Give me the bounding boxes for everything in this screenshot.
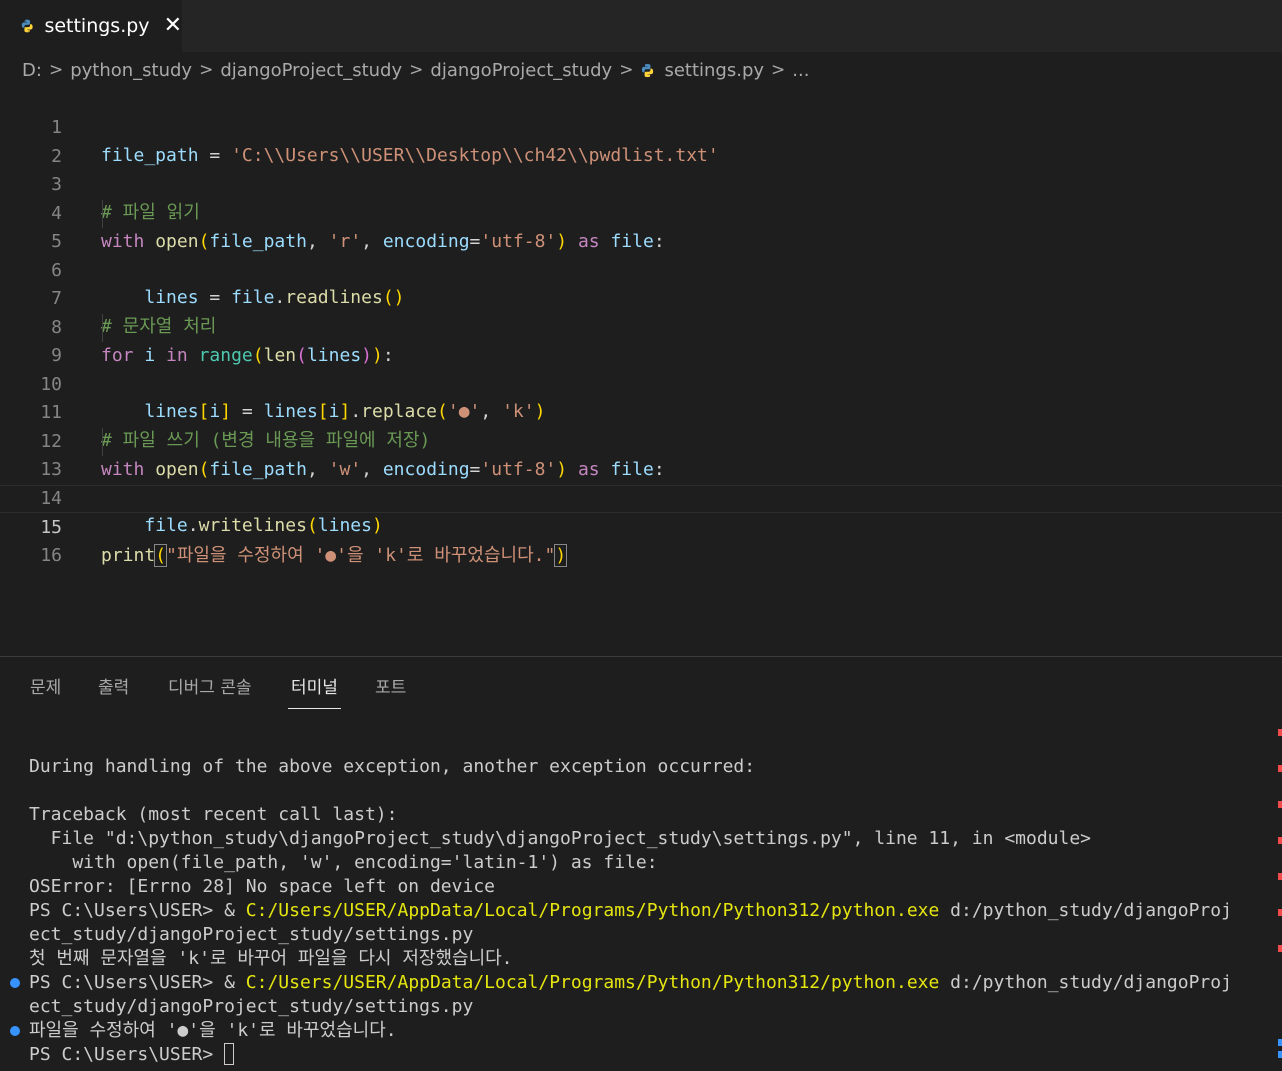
chevron-right-icon: > [48, 60, 64, 80]
breadcrumb-item-settings-py[interactable]: settings.py [664, 60, 764, 81]
code-line: 5 lines = file.readlines() [0, 200, 1282, 308]
tab-ports[interactable]: 포트 [375, 673, 406, 708]
code-text: print("파일을 수정하여 '●'을 'k'로 바꾸었습니다.") [101, 544, 568, 567]
terminal-prompt-line: PS C:\Users\USER> [29, 1043, 235, 1067]
panel-tabs: 문제 출력 디버그 콘솔 터미널 포트 [0, 657, 1282, 709]
breadcrumb-item-django-project-study[interactable]: djangoProject_study [220, 60, 402, 81]
tab-title: settings.py [44, 15, 150, 37]
code-line: 7 # 문자열 처리 [0, 257, 1282, 337]
terminal-exe-path: C:/Users/USER/AppData/Local/Programs/Pyt… [245, 972, 940, 993]
tab-settings-py[interactable]: settings.py ✕ [0, 0, 182, 52]
code-line: 10 [0, 343, 1282, 395]
chevron-right-icon: > [409, 60, 424, 80]
code-line: 16 [0, 514, 1282, 566]
scrollbar-error-marker [1278, 729, 1282, 736]
code-line: 12 with open(file_path, 'w', encoding='u… [0, 400, 1282, 480]
terminal-line: 파일을 수정하여 '●'을 'k'로 바꾸었습니다. [29, 1020, 397, 1041]
terminal-line: with open(file_path, 'w', encoding='lati… [29, 852, 658, 873]
tab-problems[interactable]: 문제 [30, 673, 61, 708]
bottom-panel: 문제 출력 디버그 콘솔 터미널 포트 During handling of t… [0, 656, 1282, 1071]
terminal-line: File "d:\python_study\djangoProject_stud… [29, 828, 1092, 849]
terminal-cursor [224, 1043, 235, 1065]
breadcrumb-item-python-study[interactable]: python_study [70, 60, 192, 81]
scrollbar-position-marker [1278, 1051, 1282, 1058]
terminal-prompt: PS C:\Users\USER> [29, 900, 225, 921]
terminal-arg: d:/python_study/djangoProj [939, 972, 1232, 993]
tab-bar: settings.py ✕ [0, 0, 1282, 52]
breadcrumb: D: > python_study > djangoProject_study … [0, 52, 1282, 88]
terminal-amp: & [224, 900, 246, 921]
python-file-icon [642, 63, 654, 77]
code-line: 6 [0, 229, 1282, 281]
code-editor[interactable]: 1 file_path = 'C:\\Users\\USER\\Desktop\… [0, 86, 1282, 656]
code-line: 13 file.writelines(lines) [0, 428, 1282, 536]
breadcrumb-item-drive[interactable]: D: [22, 60, 42, 81]
chevron-right-icon: > [771, 60, 786, 80]
terminal-line: 첫 번째 문자열을 'k'로 바꾸어 파일을 다시 저장했습니다. [29, 948, 513, 969]
command-decoration-dot-icon[interactable] [10, 1026, 20, 1036]
terminal-line: Traceback (most recent call last): [29, 804, 398, 825]
terminal-line: ect_study/djangoProject_study/settings.p… [29, 996, 474, 1017]
scrollbar-error-marker [1278, 909, 1282, 916]
scrollbar-error-marker [1278, 801, 1282, 808]
code-line: 8 for i in range(len(lines)): [0, 286, 1282, 366]
breadcrumb-item-symbols[interactable]: ... [792, 60, 809, 81]
code-line: 4 with open(file_path, 'r', encoding='ut… [0, 172, 1282, 252]
code-line: 11 # 파일 쓰기 (변경 내용을 파일에 저장) [0, 371, 1282, 451]
tab-output[interactable]: 출력 [98, 673, 129, 708]
code-line: 1 file_path = 'C:\\Users\\USER\\Desktop\… [0, 86, 1282, 166]
terminal-prompt: PS C:\Users\USER> [29, 1044, 225, 1065]
terminal-prompt: PS C:\Users\USER> [29, 972, 225, 993]
terminal-amp: & [224, 972, 246, 993]
scrollbar-error-marker [1278, 873, 1282, 880]
breadcrumb-item-django-project-study-inner[interactable]: djangoProject_study [430, 60, 612, 81]
code-line: 3 # 파일 읽기 [0, 143, 1282, 223]
tab-debug-console[interactable]: 디버그 콘솔 [168, 673, 252, 708]
command-decoration-dot-icon[interactable] [10, 978, 20, 988]
scrollbar-error-marker [1278, 837, 1282, 844]
terminal-exe-path: C:/Users/USER/AppData/Local/Programs/Pyt… [245, 900, 940, 921]
chevron-right-icon: > [619, 60, 634, 80]
chevron-right-icon: > [199, 60, 214, 80]
code-line: 2 [0, 115, 1282, 167]
close-icon[interactable]: ✕ [164, 15, 182, 37]
code-line: 9 lines[i] = lines[i].replace('●', 'k') [0, 314, 1282, 422]
code-line-current: 15 print("파일을 수정하여 '●'을 'k'로 바꾸었습니다.") [0, 485, 1282, 567]
terminal-line: During handling of the above exception, … [29, 756, 756, 777]
scrollbar-error-marker [1278, 765, 1282, 772]
terminal-command-line: PS C:\Users\USER> & C:/Users/USER/AppDat… [29, 899, 1232, 923]
terminal-line: ect_study/djangoProject_study/settings.p… [29, 924, 474, 945]
terminal-line: OSError: [Errno 28] No space left on dev… [29, 876, 495, 897]
tab-terminal[interactable]: 터미널 [288, 673, 341, 709]
terminal-arg: d:/python_study/djangoProj [939, 900, 1232, 921]
terminal-command-line: PS C:\Users\USER> & C:/Users/USER/AppDat… [29, 971, 1232, 995]
code-line: 14 [0, 457, 1282, 509]
python-file-icon [21, 19, 33, 33]
line-number: 16 [40, 544, 62, 566]
indent-guide [102, 314, 103, 342]
scrollbar-position-marker [1278, 1039, 1282, 1046]
scrollbar-error-marker [1278, 945, 1282, 952]
indent-guide [102, 428, 103, 456]
indent-guide [102, 200, 103, 228]
